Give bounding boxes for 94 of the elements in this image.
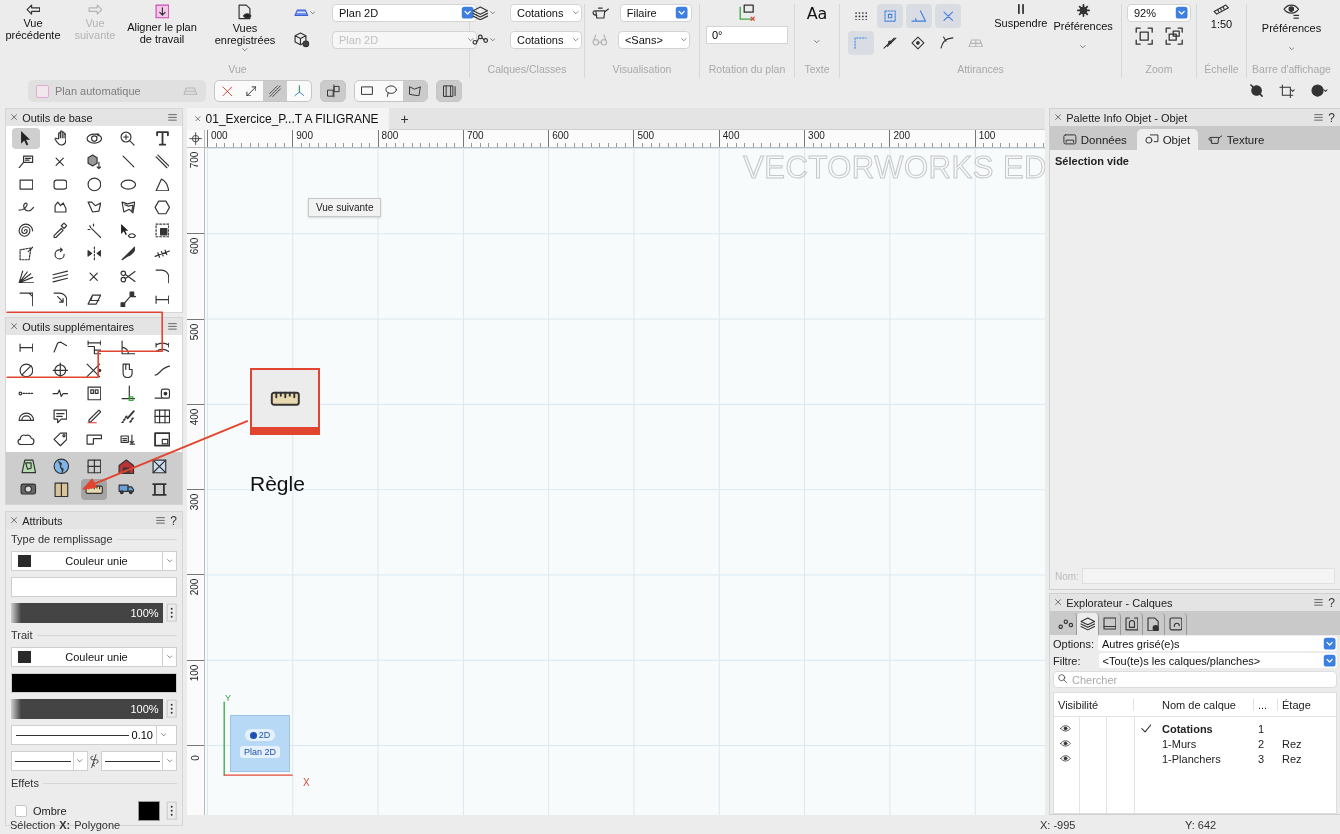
preferences-button[interactable]: Préférences (1053, 4, 1113, 49)
filter-dropdown[interactable]: <Tou(te)s les calques/planches> (1098, 653, 1337, 668)
document-tab[interactable]: 01_Exercice_P...T A FILIGRANE (187, 107, 389, 130)
ruler-label: 400 (189, 408, 202, 426)
view-badge: 2D (244, 729, 276, 741)
rotation-field[interactable]: 0° (706, 26, 788, 45)
table-cell-text: Cotations (1161, 722, 1214, 735)
section-heading: Type de remplissage (11, 533, 113, 545)
status-text: Y: 642 (1185, 818, 1217, 831)
ruler-label: 100 (978, 130, 996, 142)
ruler-label: 500 (637, 130, 655, 142)
column-header: ... (1254, 698, 1278, 711)
render-mode-dropdown[interactable]: Filaire (619, 4, 692, 22)
ruler-label: 000 (211, 130, 228, 142)
suspend-button[interactable]: Suspendre (994, 4, 1048, 30)
status-text: X: -995 (1040, 818, 1077, 831)
text-style-button[interactable]: Aa (806, 4, 828, 23)
align-plane-button[interactable]: Aligner le plan de travail (122, 4, 202, 45)
stroke-opacity-slider[interactable]: 100% (11, 699, 163, 719)
status-text: Sélection (10, 818, 56, 831)
column-header: Nom de calque (1158, 698, 1254, 711)
section-heading: Effets (11, 777, 39, 789)
table-cell-text: 3 (1257, 752, 1266, 765)
fill-opacity-slider[interactable]: 100% (11, 603, 163, 623)
table-cell-text: Rez (1281, 752, 1303, 765)
field-label: Filtre: (1053, 654, 1081, 667)
table-cell-text: 1-Planchers (1161, 752, 1222, 765)
tooltip: Vue suivante (308, 198, 382, 217)
table-cell-text: Rez (1281, 737, 1303, 750)
ruler-label: 600 (189, 237, 202, 255)
view-widget[interactable]: 2D Plan 2D (230, 715, 290, 772)
status-text: Polygone (74, 818, 121, 831)
fill-type-dropdown[interactable]: Couleur unie (11, 551, 177, 571)
options-dropdown[interactable]: Autres grisé(e)s (1097, 636, 1337, 651)
zoom-dropdown[interactable]: 92% (1127, 4, 1191, 22)
group-label: Zoom (1144, 63, 1174, 77)
table-cell-text: 1 (1257, 722, 1266, 735)
line-weight-dropdown[interactable]: 0.10 (11, 725, 177, 745)
ruler-label: 700 (189, 151, 202, 169)
palette-title: Explorateur - Calques (1066, 596, 1173, 609)
palette-title: Palette Info Objet - Objet (1066, 111, 1188, 124)
status-text: X: (59, 818, 71, 831)
ruler-label: 400 (722, 130, 740, 142)
tab[interactable]: Texture (1200, 129, 1273, 150)
ruler-label: 500 (189, 323, 202, 340)
palette-title: Outils supplémentaires (22, 320, 135, 333)
ruler-label: 900 (296, 130, 313, 142)
column-header: Visibilité (1054, 698, 1134, 711)
class-dropdown[interactable]: Cotations (510, 31, 582, 49)
ruler-label: 700 (466, 130, 484, 142)
ruler-label: 200 (189, 579, 202, 596)
display-preferences-button[interactable]: Préférences (1261, 4, 1322, 51)
scale-button[interactable]: 1:50 (1210, 4, 1233, 31)
table-cell-text: 2 (1257, 737, 1266, 750)
palette-title: Outils de base (22, 111, 93, 124)
field-label: Options: (1053, 637, 1094, 650)
plane-dropdown[interactable]: Plan 2D (332, 4, 477, 22)
stroke-type-dropdown[interactable]: Couleur unie (11, 647, 177, 667)
group-label: Barre d'affichage (1252, 63, 1331, 77)
render-style-dropdown[interactable]: <Sans> (617, 31, 690, 49)
ruler-label: 800 (381, 130, 399, 142)
previous-view-button[interactable]: Vue précédente (0, 4, 68, 42)
ruler-label: 600 (552, 130, 569, 142)
palette-title: Attributs (22, 514, 63, 527)
ruler-label: 0 (189, 755, 202, 761)
ruler-label: 200 (893, 130, 911, 142)
group-label: Attirances (956, 63, 1005, 77)
table-cell-text: 1-Murs (1161, 737, 1198, 750)
ruler-label: 100 (189, 664, 202, 682)
checkbox-label: Ombre (33, 805, 68, 817)
new-tab-button[interactable]: + (396, 110, 413, 127)
annotation-label: Règle (250, 472, 305, 496)
help-button[interactable]: ? (170, 513, 177, 528)
layer-dropdown[interactable]: Cotations (510, 4, 582, 22)
saved-views-button[interactable]: Vues enregistrées (208, 4, 282, 51)
search-field[interactable]: Chercher (1053, 671, 1337, 688)
ruler-label: 300 (808, 130, 825, 142)
view-plane-label: Plan 2D (240, 746, 280, 758)
group-label: Texte (803, 63, 831, 77)
group-label: Visualisation (611, 63, 673, 77)
help-button[interactable]: ? (1328, 595, 1335, 610)
selection-message: Sélection vide (1055, 155, 1130, 167)
group-label: Rotation du plan (707, 63, 787, 77)
tab[interactable]: Objet (1136, 129, 1199, 150)
axis-label: X (303, 777, 310, 788)
group-label: Échelle (1203, 63, 1240, 77)
tab[interactable]: Données (1055, 129, 1135, 150)
section-heading: Trait (11, 629, 33, 641)
ruler-label: 300 (189, 493, 202, 511)
axis-label: Y (225, 693, 231, 703)
group-label: Calques/Classes (486, 63, 568, 77)
group-label: Vue (227, 63, 248, 77)
help-button[interactable]: ? (1328, 110, 1335, 125)
column-header: Étage (1281, 698, 1312, 711)
